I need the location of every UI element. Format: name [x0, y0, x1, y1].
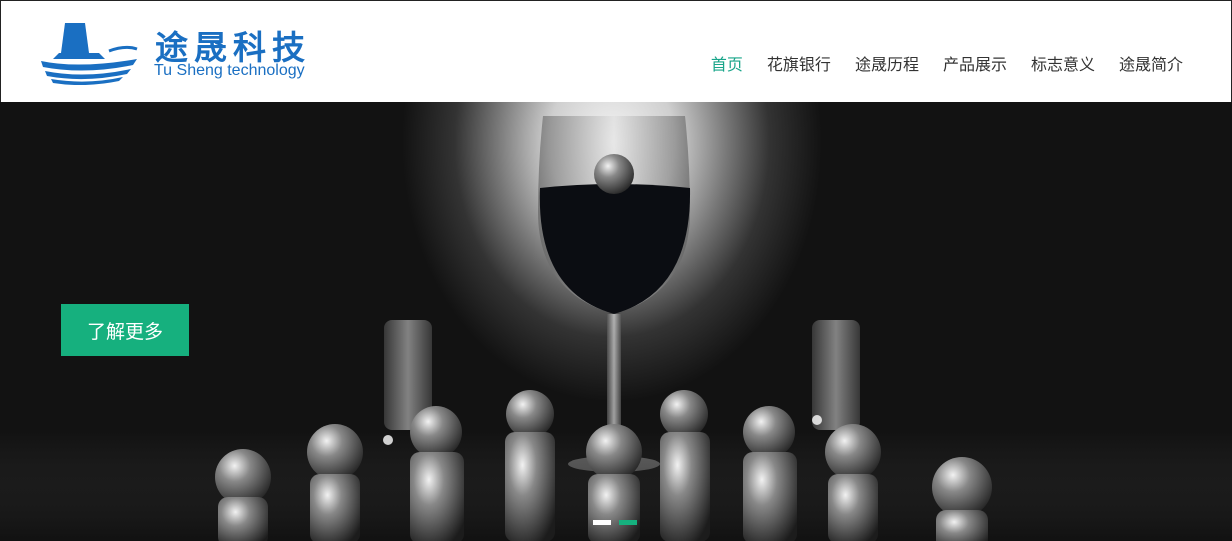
- hero-banner: 了解更多: [0, 102, 1232, 541]
- carousel-indicators: [593, 520, 637, 525]
- carousel-dot-2[interactable]: [619, 520, 637, 525]
- main-nav: 首页 花旗银行 途晟历程 产品展示 标志意义 途晟简介: [699, 51, 1195, 75]
- logo[interactable]: 途晟科技 Tu Sheng technology: [39, 19, 329, 85]
- ship-logo-icon: [41, 23, 138, 85]
- nav-item-about[interactable]: 途晟简介: [1107, 51, 1195, 75]
- nav-item-history[interactable]: 途晟历程: [843, 51, 931, 75]
- brand-name-en: Tu Sheng technology: [154, 62, 305, 79]
- learn-more-button[interactable]: 了解更多: [61, 304, 189, 356]
- nav-item-home[interactable]: 首页: [699, 51, 755, 75]
- nav-item-logo-meaning[interactable]: 标志意义: [1019, 51, 1107, 75]
- site-header: 途晟科技 Tu Sheng technology 首页 花旗银行 途晟历程 产品…: [0, 0, 1232, 102]
- nav-item-products[interactable]: 产品展示: [931, 51, 1019, 75]
- carousel-dot-1[interactable]: [593, 520, 611, 525]
- nav-item-citibank[interactable]: 花旗银行: [755, 51, 843, 75]
